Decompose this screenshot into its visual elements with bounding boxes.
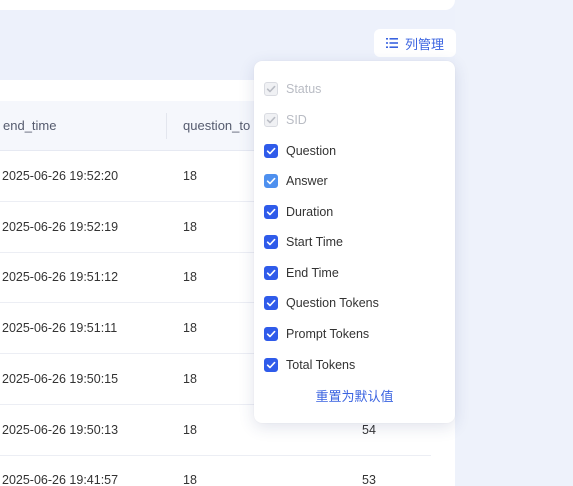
cell-extra: 53 bbox=[362, 473, 376, 486]
column-option-prompt-tokens[interactable]: Prompt Tokens bbox=[264, 324, 369, 344]
column-option-label: End Time bbox=[286, 266, 339, 280]
cell-question-tokens: 18 bbox=[183, 220, 197, 234]
cell-question-tokens: 18 bbox=[183, 321, 197, 335]
column-manage-label: 列管理 bbox=[405, 36, 445, 52]
checkbox-checked-icon[interactable] bbox=[264, 266, 278, 280]
page-background-right bbox=[455, 0, 573, 486]
column-option-sid: SID bbox=[264, 110, 307, 130]
column-option-label: Question Tokens bbox=[286, 296, 379, 310]
column-option-duration[interactable]: Duration bbox=[264, 202, 333, 222]
cell-question-tokens: 18 bbox=[183, 372, 197, 386]
cell-end-time: 2025-06-26 19:50:15 bbox=[2, 372, 119, 386]
checkbox-checked-icon[interactable] bbox=[264, 327, 278, 341]
column-option-total-tokens[interactable]: Total Tokens bbox=[264, 355, 355, 375]
column-option-answer[interactable]: Answer bbox=[264, 171, 328, 191]
column-option-label: SID bbox=[286, 113, 307, 127]
column-option-label: Start Time bbox=[286, 235, 343, 249]
column-option-label: Status bbox=[286, 82, 322, 96]
column-option-label: Duration bbox=[286, 205, 334, 219]
column-manage-button[interactable]: 列管理 bbox=[374, 29, 456, 57]
cell-question-tokens: 18 bbox=[183, 169, 197, 183]
column-option-end-time[interactable]: End Time bbox=[264, 263, 339, 283]
cell-end-time: 2025-06-26 19:51:12 bbox=[2, 270, 119, 284]
cell-end-time: 2025-06-26 19:51:11 bbox=[2, 321, 118, 335]
column-option-label: Total Tokens bbox=[286, 358, 356, 372]
checkbox-checked-icon[interactable] bbox=[264, 235, 278, 249]
column-option-status: Status bbox=[264, 79, 321, 99]
reset-default-link[interactable]: 重置为默认值 bbox=[254, 386, 455, 405]
list-icon bbox=[386, 38, 398, 48]
checkbox-checked-icon bbox=[264, 113, 278, 127]
cell-question-tokens: 18 bbox=[183, 423, 197, 437]
column-option-start-time[interactable]: Start Time bbox=[264, 232, 343, 252]
filter-card-bottom-edge bbox=[0, 0, 455, 10]
checkbox-checked-icon bbox=[264, 82, 278, 96]
checkbox-checked-icon[interactable] bbox=[264, 296, 278, 310]
cell-end-time: 2025-06-26 19:50:13 bbox=[2, 423, 119, 437]
column-header-question-tokens[interactable]: question_to bbox=[183, 101, 250, 151]
cell-question-tokens: 18 bbox=[183, 473, 197, 486]
column-manage-popover: Status SID Question Answer Duration Start Tim… bbox=[254, 61, 455, 423]
cell-end-time: 2025-06-26 19:41:57 bbox=[2, 473, 119, 486]
column-option-label: Prompt Tokens bbox=[286, 327, 370, 341]
column-option-question-tokens[interactable]: Question Tokens bbox=[264, 293, 379, 313]
table-row[interactable]: 2025-06-26 19:41:57 18 53 bbox=[0, 455, 431, 486]
column-option-label: Answer bbox=[286, 174, 328, 188]
cell-end-time: 2025-06-26 19:52:19 bbox=[2, 220, 119, 234]
column-option-label: Question bbox=[286, 144, 337, 158]
checkbox-checked-icon[interactable] bbox=[264, 174, 278, 188]
column-header-end-time[interactable]: end_time bbox=[3, 101, 56, 151]
cell-end-time: 2025-06-26 19:52:20 bbox=[2, 169, 119, 183]
cell-question-tokens: 18 bbox=[183, 270, 197, 284]
column-option-question[interactable]: Question bbox=[264, 141, 336, 161]
column-divider bbox=[166, 113, 167, 139]
checkbox-checked-icon[interactable] bbox=[264, 144, 278, 158]
checkbox-checked-icon[interactable] bbox=[264, 358, 278, 372]
checkbox-checked-icon[interactable] bbox=[264, 205, 278, 219]
